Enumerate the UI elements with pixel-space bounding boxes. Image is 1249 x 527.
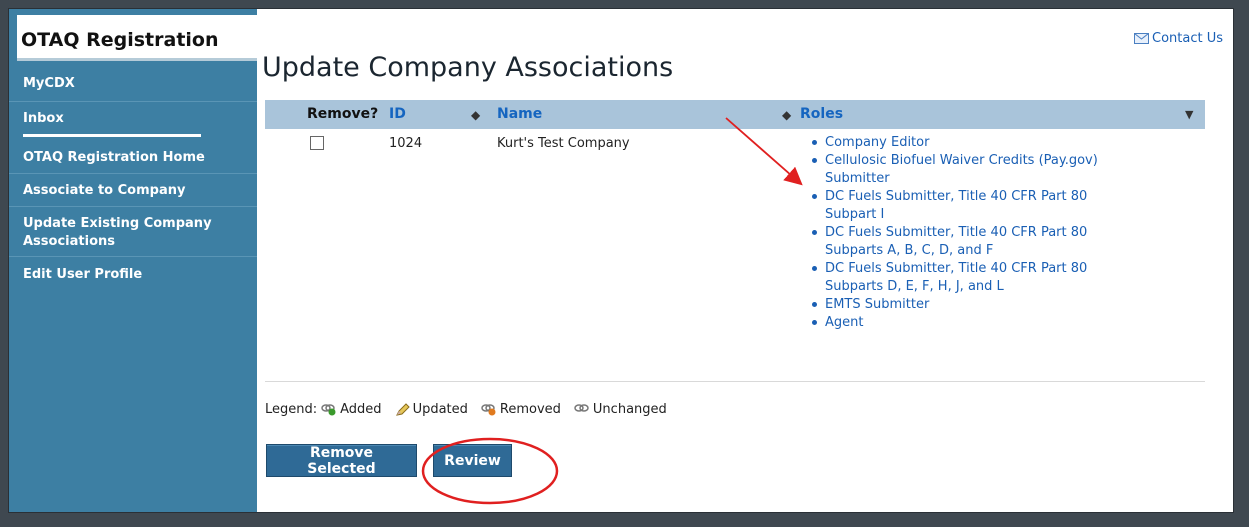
page-title: Update Company Associations <box>262 52 674 83</box>
legend-updated: Updated <box>391 402 468 417</box>
legend-removed: Removed <box>477 402 561 417</box>
sidebar-nav: MyCDX Inbox OTAQ Registration Home Assoc… <box>9 65 257 293</box>
sidebar-item-update-existing-company-associations[interactable]: Update Existing Company Associations <box>9 207 257 257</box>
role-item[interactable]: DC Fuels Submitter, Title 40 CFR Part 80… <box>811 224 1141 260</box>
legend-added: Added <box>317 402 382 417</box>
contact-us-link[interactable]: Contact Us <box>1134 31 1223 46</box>
associations-table: Remove? ID ◆ Name ◆ Roles ▼ 1024 Kurt's … <box>265 100 1205 382</box>
legend: Legend: Added Updated Removed Unchanged <box>265 402 676 417</box>
review-button[interactable]: Review <box>433 444 512 477</box>
legend-unchanged: Unchanged <box>570 402 667 417</box>
roles-list: Company Editor Cellulosic Biofuel Waiver… <box>811 134 1141 332</box>
app-title-underline <box>17 58 257 61</box>
legend-removed-label: Removed <box>499 402 561 417</box>
contact-us-label: Contact Us <box>1152 31 1223 46</box>
table-row: 1024 Kurt's Test Company Company Editor … <box>265 129 1205 382</box>
cell-name: Kurt's Test Company <box>497 136 630 151</box>
sort-icon[interactable]: ◆ <box>782 108 791 122</box>
role-item[interactable]: DC Fuels Submitter, Title 40 CFR Part 80… <box>811 188 1141 224</box>
column-header-id[interactable]: ID <box>389 106 406 122</box>
app-title-block: OTAQ Registration <box>17 15 257 61</box>
app-title: OTAQ Registration <box>21 29 219 51</box>
link-removed-icon <box>481 404 496 416</box>
sidebar-divider <box>23 134 201 137</box>
role-item[interactable]: Company Editor <box>811 134 1141 152</box>
sidebar-item-edit-user-profile[interactable]: Edit User Profile <box>9 257 257 293</box>
legend-unchanged-label: Unchanged <box>592 402 667 417</box>
role-item[interactable]: EMTS Submitter <box>811 296 1141 314</box>
sidebar-item-mycdx[interactable]: MyCDX <box>9 65 257 102</box>
role-item[interactable]: Agent <box>811 314 1141 332</box>
envelope-icon <box>1134 33 1149 44</box>
remove-selected-button[interactable]: Remove Selected <box>266 444 417 477</box>
legend-prefix: Legend: <box>265 402 318 417</box>
column-header-name[interactable]: Name <box>497 106 542 122</box>
remove-checkbox[interactable] <box>310 136 324 150</box>
pencil-updated-icon <box>395 402 410 416</box>
legend-updated-label: Updated <box>412 402 468 417</box>
sidebar-item-label: Inbox <box>23 111 64 126</box>
dropdown-menu-icon[interactable]: ▼ <box>1185 108 1193 121</box>
legend-added-label: Added <box>340 402 382 417</box>
role-item[interactable]: Cellulosic Biofuel Waiver Credits (Pay.g… <box>811 152 1141 188</box>
sidebar-item-associate-to-company[interactable]: Associate to Company <box>9 174 257 207</box>
link-unchanged-icon <box>574 404 589 412</box>
role-item[interactable]: DC Fuels Submitter, Title 40 CFR Part 80… <box>811 260 1141 296</box>
table-header: Remove? ID ◆ Name ◆ Roles ▼ <box>265 100 1205 129</box>
column-header-roles[interactable]: Roles <box>800 106 843 122</box>
sort-icon[interactable]: ◆ <box>471 108 480 122</box>
link-added-icon <box>321 404 336 416</box>
sidebar: OTAQ Registration MyCDX Inbox OTAQ Regis… <box>9 9 257 512</box>
sidebar-item-otaq-registration-home[interactable]: OTAQ Registration Home <box>9 141 257 174</box>
sidebar-item-inbox[interactable]: Inbox <box>9 102 257 141</box>
column-header-remove: Remove? <box>307 106 379 122</box>
cell-id: 1024 <box>389 136 423 151</box>
